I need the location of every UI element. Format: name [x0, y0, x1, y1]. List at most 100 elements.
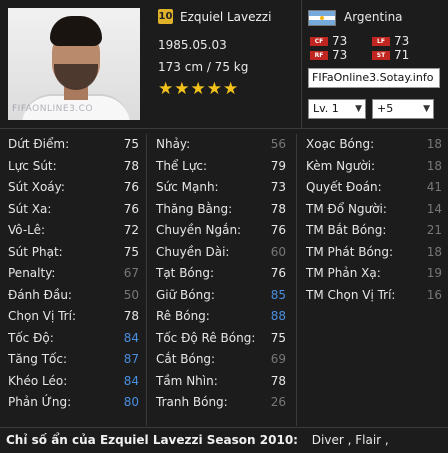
upgrade-select[interactable]: +5 ▼ — [372, 99, 434, 119]
stat-value: 75 — [123, 137, 139, 151]
stat-value: 78 — [270, 373, 286, 388]
hidden-traits-footer: Chỉ số ẩn của Ezquiel Lavezzi Season 201… — [0, 427, 448, 453]
stat-value: 56 — [270, 137, 286, 151]
stat-label: Tăng Tốc: — [8, 352, 68, 366]
stat-row: TM Phản Xạ: 19 — [298, 263, 448, 285]
stat-label: Vô-Lê: — [8, 223, 46, 237]
stat-row: Chuyền Ngắn: 76 — [148, 220, 296, 242]
stat-value: 84 — [123, 330, 139, 345]
stat-label: TM Chọn Vị Trí: — [306, 287, 396, 302]
stat-row: Phản Ứng: 80 — [0, 392, 146, 414]
site-label: FIFaOnline3.Sotay.info — [308, 68, 440, 88]
stat-row: Sức Mạnh: 73 — [148, 177, 296, 199]
stat-row: Nhảy: 56 — [148, 134, 296, 156]
stat-row: Rê Bóng: 88 — [148, 306, 296, 328]
player-meta: Argentina CF 73 LF 73 RF 73 ST 71 FIFaOn… — [301, 0, 448, 129]
stat-value: 21 — [426, 223, 442, 237]
player-name: Ezquiel Lavezzi — [180, 10, 272, 24]
stat-row: Tranh Bóng: 26 — [148, 392, 296, 414]
position-tag-st: ST — [372, 50, 390, 60]
photo-hair — [50, 16, 102, 46]
stat-row: Kèm Người: 18 — [298, 156, 448, 178]
stat-row: Tốc Độ: 84 — [0, 328, 146, 350]
stat-value: 18 — [426, 137, 442, 151]
stat-label: Rê Bóng: — [156, 309, 210, 323]
star-rating: ★★★★★ — [158, 79, 240, 99]
stat-row: Lực Sút: 78 — [0, 156, 146, 178]
stat-label: Sức Mạnh: — [156, 180, 219, 194]
chevron-down-icon: ▼ — [423, 104, 430, 114]
position-value-lf: 73 — [394, 34, 410, 48]
stat-label: Chuyền Dài: — [156, 244, 230, 259]
stat-label: Sút Xa: — [8, 201, 52, 216]
stat-label: Lực Sút: — [8, 158, 57, 173]
stat-row: Tăng Tốc: 87 — [0, 349, 146, 371]
player-height-weight: 173 cm / 75 kg — [158, 60, 249, 74]
stat-label: Phản Ứng: — [8, 395, 72, 409]
stat-label: Tranh Bóng: — [156, 395, 228, 409]
stat-row: Thể Lực: 79 — [148, 156, 296, 178]
stat-value: 69 — [270, 352, 286, 366]
stat-label: Kèm Người: — [306, 158, 376, 173]
stats-column-2: Nhảy: 56 Thể Lực: 79 Sức Mạnh: 73 Thăng Bằng: 7… — [148, 134, 297, 426]
stat-value: 85 — [270, 287, 286, 302]
player-dob: 1985.05.03 — [158, 38, 227, 52]
stat-row: Chọn Vị Trí: 78 — [0, 306, 146, 328]
photo-beard — [54, 64, 98, 90]
position-tag-lf: LF — [372, 36, 390, 46]
stat-value: 76 — [123, 201, 139, 216]
stat-row: Tốc Độ Rê Bóng: 75 — [148, 328, 296, 350]
stat-label: Quyết Đoán: — [306, 180, 382, 194]
shirt-number-badge: 10 — [158, 9, 173, 24]
stat-row: Quyết Đoán: 41 — [298, 177, 448, 199]
stat-label: Tầm Nhìn: — [156, 373, 218, 388]
stat-label: Đánh Đầu: — [8, 287, 72, 302]
country-name: Argentina — [344, 10, 403, 24]
stat-row: Sút Xa: 76 — [0, 199, 146, 221]
stat-label: Chuyền Ngắn: — [156, 223, 242, 237]
stat-label: Penalty: — [8, 266, 56, 280]
stat-row: Thăng Bằng: 78 — [148, 199, 296, 221]
stat-value: 75 — [270, 330, 286, 345]
hidden-traits-title: Chỉ số ẩn của Ezquiel Lavezzi Season 201… — [6, 433, 298, 447]
stat-label: Cắt Bóng: — [156, 352, 216, 366]
stat-value: 75 — [123, 244, 139, 259]
stat-value: 16 — [426, 287, 442, 302]
stat-value: 87 — [123, 352, 139, 366]
stat-value: 41 — [426, 180, 442, 194]
stat-value: 78 — [123, 158, 139, 173]
stat-row: Đánh Đầu: 50 — [0, 285, 146, 307]
stat-value: 14 — [426, 201, 442, 216]
stat-value: 72 — [123, 223, 139, 237]
position-tag-cf: CF — [310, 36, 328, 46]
hidden-traits-list: Diver , Flair , — [311, 433, 389, 447]
stat-row: Khéo Léo: 84 — [0, 371, 146, 393]
stat-value: 73 — [270, 180, 286, 194]
chevron-down-icon: ▼ — [355, 104, 362, 114]
position-tag-rf: RF — [310, 50, 328, 60]
argentina-flag-icon — [308, 10, 336, 26]
stat-value: 76 — [270, 223, 286, 237]
level-select[interactable]: Lv. 1 ▼ — [308, 99, 366, 119]
level-select-value: Lv. 1 — [313, 102, 339, 115]
stats-column-3: Xoạc Bóng: 18 Kèm Người: 18 Quyết Đoán: 41 TM … — [298, 134, 448, 306]
stat-value: 18 — [426, 158, 442, 173]
stat-label: Chọn Vị Trí: — [8, 309, 76, 323]
stat-label: Thể Lực: — [156, 158, 208, 173]
stat-value: 78 — [123, 309, 139, 323]
player-card: FIFAONLINE3.CO 10 Ezquiel Lavezzi 1985.0… — [0, 0, 448, 453]
stat-label: Tốc Độ: — [8, 330, 54, 345]
stat-label: Dứt Điểm: — [8, 137, 70, 151]
stats-column-1: Dứt Điểm: 75 Lực Sút: 78 Sút Xoáy: 76 Sút Xa: 7… — [0, 134, 147, 426]
stats-panel: Dứt Điểm: 75 Lực Sút: 78 Sút Xoáy: 76 Sút Xa: 7… — [0, 130, 448, 426]
stat-label: TM Phản Xạ: — [306, 266, 381, 280]
stat-row: Chuyền Dài: 60 — [148, 242, 296, 264]
upgrade-select-value: +5 — [377, 102, 394, 115]
stat-value: 84 — [123, 373, 139, 388]
stat-row: TM Bắt Bóng: 21 — [298, 220, 448, 242]
stat-row: TM Phát Bóng: 18 — [298, 242, 448, 264]
stat-row: Sút Xoáy: 76 — [0, 177, 146, 199]
stat-value: 50 — [123, 287, 139, 302]
stat-value: 76 — [123, 180, 139, 194]
stat-row: Xoạc Bóng: 18 — [298, 134, 448, 156]
